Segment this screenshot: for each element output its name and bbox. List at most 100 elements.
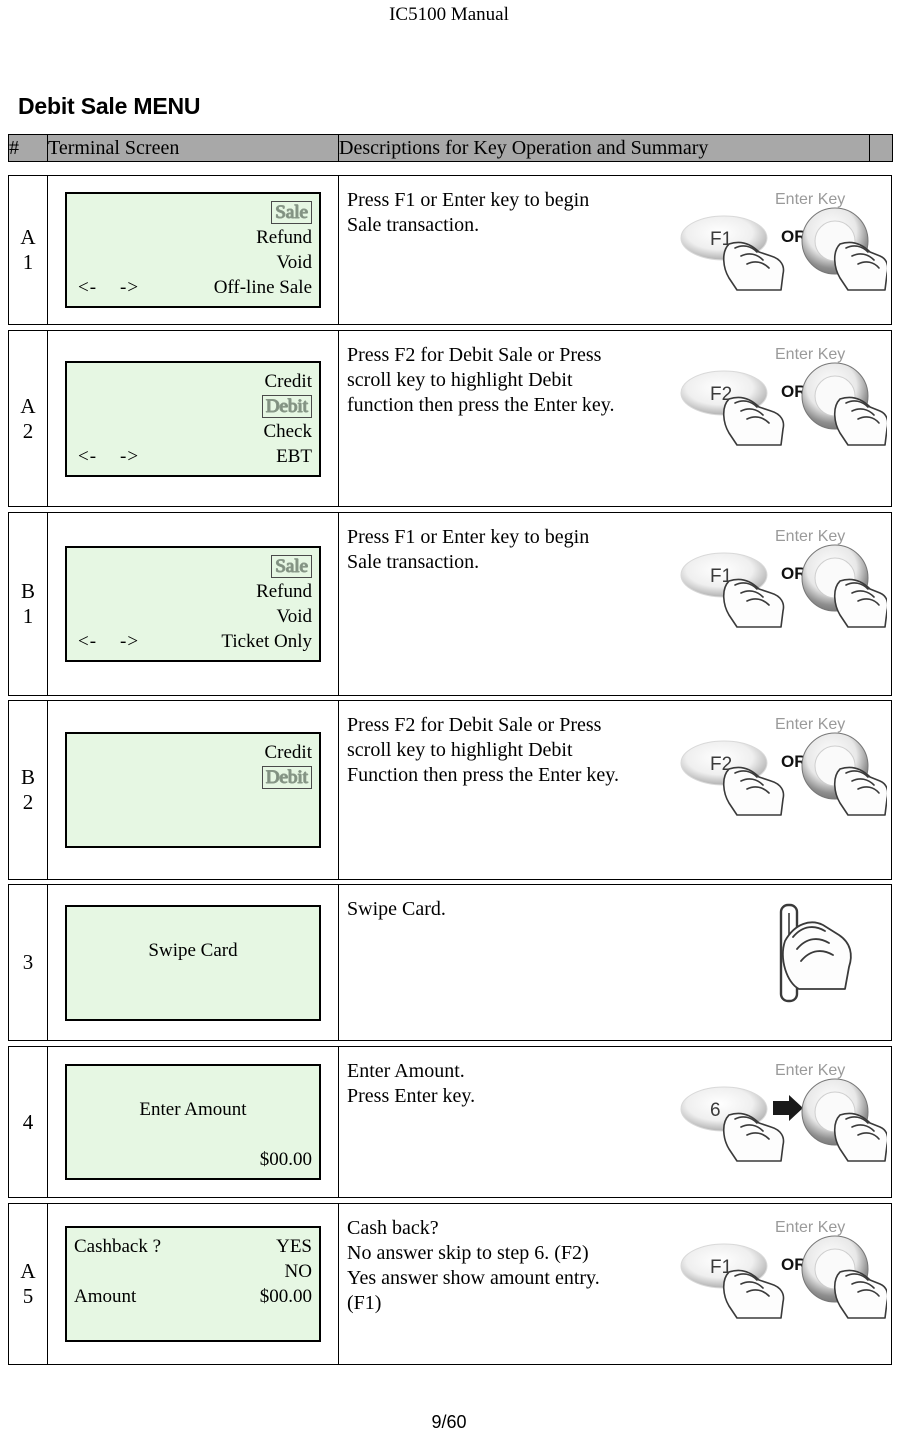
key-illustration-svg: Enter Key F2 OR [680,716,887,816]
lcd-wrapper: Sale Refund Void <- -> Off-line Sale [48,182,338,318]
lcd-label: Cashback ? [74,1236,162,1257]
description-text: Swipe Card. [347,898,446,920]
lcd-text: Void [276,606,312,627]
row-id-cell: A 2 [8,330,48,507]
lcd-line: Sale [74,554,312,579]
lcd-line: Refund [74,225,312,250]
lcd-wrapper: Credit Debit Check <- -> EBT [48,351,338,487]
lcd-scroll-arrows[interactable]: <- -> [74,629,139,654]
description-text: Enter Amount. Press Enter key. [347,1060,476,1107]
row-id-cell: 4 [8,1046,48,1198]
terminal-lcd-screen[interactable]: Sale Refund Void <- -> Ticket Only [65,546,321,662]
column-header-terminal-screen: Terminal Screen [47,134,339,162]
lcd-text: Ticket Only [221,631,312,652]
row-id-line1: B [20,765,35,789]
key-illustration-svg: Enter Key F2 OR [680,346,887,446]
lcd-highlighted-item[interactable]: Sale [271,201,312,224]
lcd-line: Credit [74,740,313,765]
terminal-screen-cell: Credit Debit [47,700,339,880]
svg-text:Enter Key: Enter Key [775,346,845,363]
key-illustration-svg: Enter Key 6 [680,1062,887,1162]
lcd-line: Check [74,419,312,444]
lcd-highlighted-item[interactable]: Debit [261,394,312,418]
lcd-label: Amount [74,1286,137,1307]
key-press-icon-f2: Enter Key F2 OR [677,337,887,455]
key-press-icon-f1: Enter Key F1 OR [677,1210,887,1328]
key-press-icon-f2: Enter Key F2 OR [677,707,887,825]
lcd-highlighted-item[interactable]: Sale [271,555,312,578]
row-id-line1: 4 [22,1109,34,1134]
terminal-lcd-screen[interactable]: Cashback ? YES NO Amount $00.00 [65,1226,321,1342]
column-header-descriptions: Descriptions for Key Operation and Summa… [338,134,870,162]
table-row: B 1 Sale Refund Void <- -> Ticket Only Pre… [8,512,892,696]
row-id-cell: B 2 [8,700,48,880]
lcd-scroll-arrows[interactable]: <- -> [74,444,139,469]
page-footer: 9/60 [431,1412,467,1432]
row-id-line1: A [20,225,36,249]
terminal-lcd-screen[interactable]: Credit Debit [65,732,321,848]
lcd-line: Amount $00.00 [74,1284,312,1309]
swipe-card-icon [741,897,861,1007]
row-id-line1: A [20,1259,36,1283]
page-title: Debit Sale MENU [18,93,201,119]
lcd-text: Void [276,252,312,273]
lcd-text: Enter Amount [139,1099,247,1120]
key-illustration-svg: Enter Key F1 OR [680,528,887,628]
table-header: # Terminal Screen Descriptions for Key O… [8,134,893,162]
key-illustration-svg: Enter Key F1 OR [680,1219,887,1319]
lcd-line: <- -> EBT [74,444,312,469]
svg-text:Enter Key: Enter Key [775,528,845,545]
svg-text:Enter Key: Enter Key [775,1062,845,1079]
lcd-scroll-arrows[interactable]: <- -> [74,275,139,300]
terminal-screen-cell: Enter Amount $00.00 [47,1046,339,1198]
lcd-line: <- -> Ticket Only [74,629,312,654]
table-row: 3 Swipe Card Swipe Card. [8,884,892,1041]
row-id-cell: 3 [8,884,48,1041]
key-illustration-svg: Enter Key F1 OR [680,191,887,291]
svg-text:Enter Key: Enter Key [775,716,845,733]
svg-text:Enter Key: Enter Key [775,191,845,208]
row-id-line1: A [20,393,36,418]
lcd-text: Refund [256,227,312,248]
swipe-card-illustration-svg [779,903,852,1003]
description-cell: Enter Amount. Press Enter key. Enter Key… [338,1046,892,1198]
lcd-text: NO [284,1261,312,1282]
lcd-highlighted-item[interactable]: Debit [261,766,312,789]
terminal-lcd-screen[interactable]: Swipe Card [65,904,321,1021]
svg-text:Enter Key: Enter Key [775,1219,845,1236]
terminal-lcd-screen[interactable]: Sale Refund Void <- -> Off-line Sale [65,192,321,308]
table-header-row: # Terminal Screen Descriptions for Key O… [8,134,893,162]
lcd-line: Cashback ? YES [74,1234,312,1259]
lcd-wrapper: Sale Refund Void <- -> Ticket Only [48,536,338,672]
lcd-wrapper: Credit Debit [48,722,338,858]
svg-text:6: 6 [710,1100,721,1121]
lcd-line: Debit [74,765,312,790]
table-row: 4 Enter Amount $00.00 Enter Amount. Press… [8,1046,892,1198]
lcd-line [74,913,312,938]
lcd-line [74,988,312,1013]
lcd-line: Swipe Card [74,938,312,963]
description-cell: Press F2 for Debit Sale or Press scroll … [338,700,892,880]
lcd-line: <- -> Off-line Sale [74,275,312,300]
description-cell: Press F1 or Enter key to begin Sale tran… [338,512,892,696]
lcd-line: Enter Amount [74,1097,312,1122]
description-text: Cash back? No answer skip to step 6. (F2… [347,1217,600,1314]
table-row: A 1 Sale Refund Void <- -> Off-line Sale P… [8,175,892,325]
lcd-line: NO [74,1259,312,1284]
lcd-wrapper: Enter Amount $00.00 [48,1054,338,1190]
lcd-text: Credit [264,742,313,763]
lcd-text: Check [263,420,312,442]
lcd-line [74,1122,312,1147]
lcd-line: Credit [74,369,313,394]
lcd-wrapper: Swipe Card [48,895,338,1031]
table-row: B 2 Credit Debit Press F2 for Debit Sale … [8,700,892,880]
key-press-icon-f1: Enter Key F1 OR [677,519,887,637]
row-id-line2: 1 [22,604,34,628]
row-id-line2: 1 [22,250,34,274]
lcd-line [74,963,312,988]
row-id-cell: A 1 [8,175,48,325]
terminal-lcd-screen[interactable]: Credit Debit Check <- -> EBT [65,360,321,477]
column-header-number: # [8,134,48,162]
lcd-text: $00.00 [259,1286,312,1307]
terminal-lcd-screen[interactable]: Enter Amount $00.00 [65,1064,321,1180]
